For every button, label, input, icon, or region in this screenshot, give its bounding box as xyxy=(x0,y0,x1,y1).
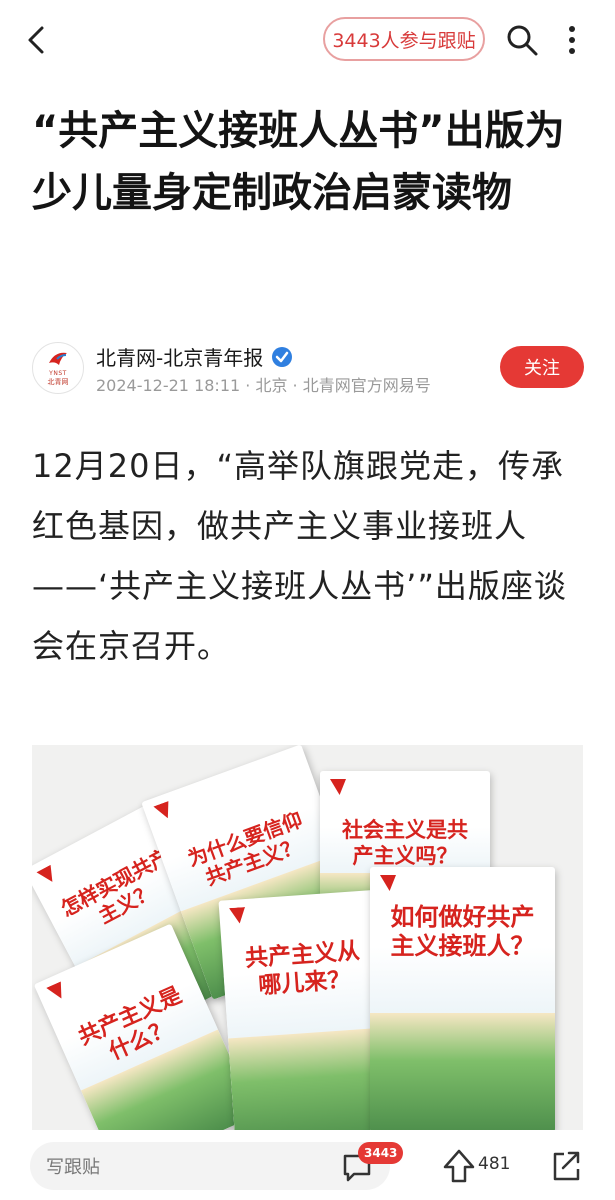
avatar-text-cn: 北青网 xyxy=(47,378,69,386)
flag-icon xyxy=(46,981,67,1002)
search-icon[interactable] xyxy=(504,22,540,58)
book-title: 社会主义是共产主义吗？ xyxy=(342,818,468,868)
book-title: 如何做好共产主义接班人？ xyxy=(390,903,535,960)
back-icon[interactable] xyxy=(18,20,58,60)
book-cover: 如何做好共产主义接班人？ xyxy=(370,867,555,1130)
comment-input[interactable]: 写跟贴 xyxy=(30,1142,390,1190)
article-body: 12月20日，“高举队旗跟党走，传承红色基因，做共产主义事业接班人——‘共产主义… xyxy=(32,447,567,665)
avatar-text-en: YNST xyxy=(49,370,67,377)
comment-count-badge: 3443 xyxy=(358,1142,404,1164)
participants-pill[interactable]: 3443人参与跟贴 xyxy=(323,17,485,61)
book-title: 共产主义从哪儿来？ xyxy=(244,938,361,1000)
book-cover: 共产主义从哪儿来？ xyxy=(218,889,396,1130)
top-bar: 3443人参与跟贴 xyxy=(0,0,615,80)
article-title: “共产主义接班人丛书”出版为少儿量身定制政治启蒙读物 xyxy=(32,108,565,216)
article-meta: 2024-12-21 18:11 · 北京 · 北青网官方网易号 xyxy=(96,376,431,395)
article-photo[interactable]: 怎样实现共产主义？ 为什么要信仰共产主义？ 社会主义是共产主义吗？ 共产主义是什… xyxy=(32,745,583,1130)
flag-icon xyxy=(153,801,174,822)
upvote-arrow-icon[interactable] xyxy=(442,1148,476,1184)
bird-logo-icon xyxy=(49,352,67,365)
avatar[interactable]: YNST 北青网 xyxy=(32,342,84,394)
source-name[interactable]: 北青网-北京青年报 xyxy=(96,342,263,371)
flag-icon xyxy=(36,865,58,887)
verified-check-icon xyxy=(272,346,293,367)
flag-icon xyxy=(380,875,396,891)
cover-illustration xyxy=(370,1012,555,1130)
more-vertical-icon[interactable] xyxy=(554,22,590,58)
upvote-count: 481 xyxy=(478,1154,511,1174)
flag-icon xyxy=(330,779,346,795)
bottom-bar: 写跟贴 3443 481 xyxy=(0,1136,615,1200)
follow-button[interactable]: 关注 xyxy=(500,346,584,388)
flag-icon xyxy=(229,907,246,924)
author-row: 北青网-北京青年报 xyxy=(96,342,293,371)
share-icon[interactable] xyxy=(550,1148,582,1184)
